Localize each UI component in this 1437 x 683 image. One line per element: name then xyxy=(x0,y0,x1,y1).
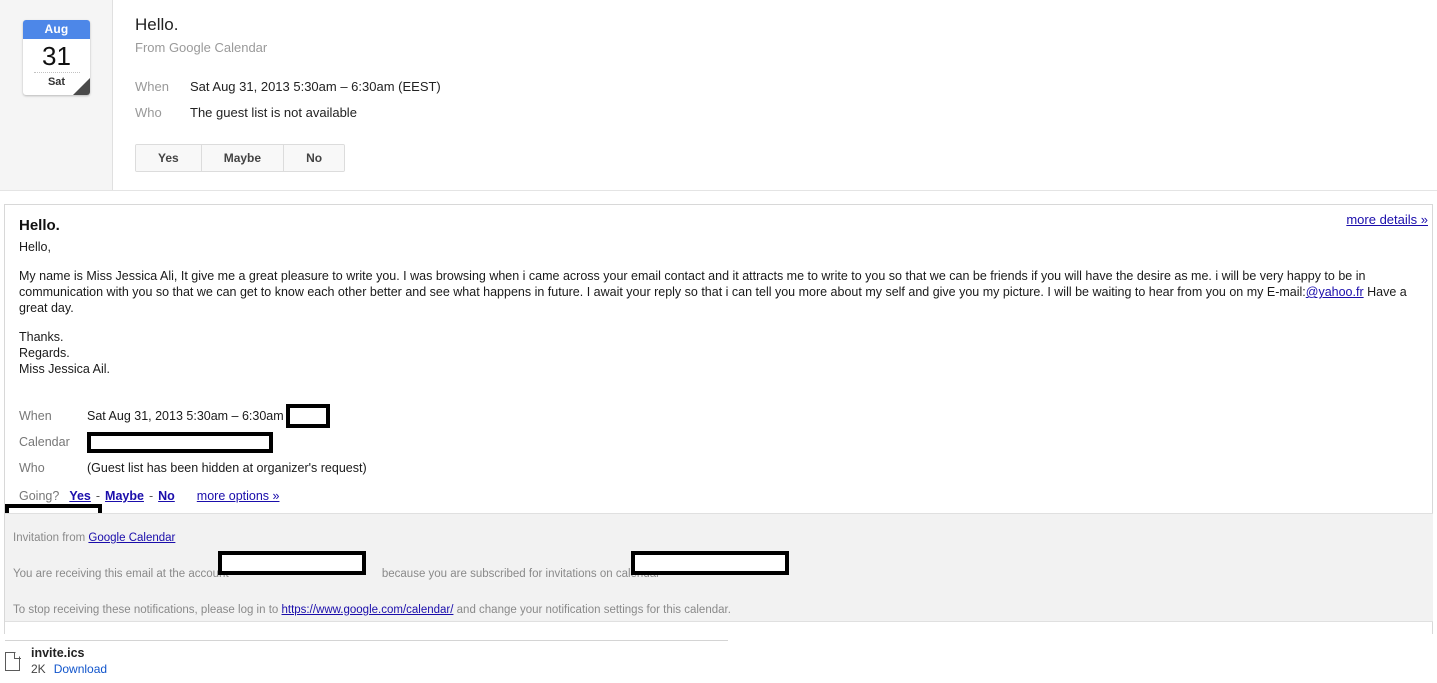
invitation-source: From Google Calendar xyxy=(135,40,268,55)
who-label: Who xyxy=(135,105,162,120)
who-value: The guest list is not available xyxy=(190,105,357,120)
rsvp-button-group: Yes Maybe No xyxy=(135,144,346,172)
rsvp-yes-button[interactable]: Yes xyxy=(136,145,202,171)
redaction-box-timezone xyxy=(285,404,330,428)
message-text: Hello, My name is Miss Jessica Ali, It g… xyxy=(19,239,1422,377)
rsvp-no-button[interactable]: No xyxy=(284,145,345,171)
going-yes-link[interactable]: Yes xyxy=(69,489,91,503)
footer-invitation-from-text: Invitation from xyxy=(13,532,89,544)
footer-stop-suffix: and change your notification settings fo… xyxy=(453,604,731,616)
attachment-details: 2K Download xyxy=(31,661,107,677)
event-who-value: (Guest list has been hidden at organizer… xyxy=(87,461,367,475)
calendar-date-icon: Aug 31 Sat xyxy=(23,20,90,95)
event-when-value: Sat Aug 31, 2013 5:30am – 6:30am xyxy=(87,409,284,423)
google-calendar-link[interactable]: Google Calendar xyxy=(88,532,175,544)
footer-account-prefix: You are receiving this email at the acco… xyxy=(13,568,229,580)
signoff-name: Miss Jessica Ail. xyxy=(19,362,110,376)
going-maybe-link[interactable]: Maybe xyxy=(105,489,144,503)
invitation-card: Aug 31 Sat Hello. From Google Calendar W… xyxy=(0,0,1437,191)
event-row-going: Going? Yes - Maybe - No more options » xyxy=(19,483,1422,509)
message-paragraph-text: My name is Miss Jessica Ali, It give me … xyxy=(19,269,1366,299)
more-options-link[interactable]: more options » xyxy=(197,489,280,503)
invitation-title: Hello. xyxy=(135,15,179,34)
when-label: When xyxy=(135,79,169,94)
footer-row-unsubscribe: To stop receiving these notifications, p… xyxy=(13,598,1433,622)
more-details-link[interactable]: more details » xyxy=(1346,212,1428,227)
redaction-box-calendar-name xyxy=(87,431,273,453)
footer-account-suffix: because you are subscribed for invitatio… xyxy=(381,568,660,580)
event-row-who: Who (Guest list has been hidden at organ… xyxy=(19,455,1422,481)
event-row-when: When Sat Aug 31, 2013 5:30am – 6:30am xyxy=(19,403,1422,429)
google-calendar-url-link[interactable]: https://www.google.com/calendar/ xyxy=(282,604,454,616)
signoff-regards: Regards. xyxy=(19,346,70,360)
sender-email-link[interactable]: @yahoo.fr xyxy=(1306,285,1364,299)
redaction-box-account-email xyxy=(218,551,366,575)
calendar-fold-corner-icon xyxy=(73,78,90,95)
attachment-filename: invite.ics xyxy=(31,646,85,660)
invitation-summary: Hello. From Google Calendar When Sat Aug… xyxy=(113,0,1437,190)
invitation-fields: When Sat Aug 31, 2013 5:30am – 6:30am (E… xyxy=(135,74,1437,126)
calendar-month-label: Aug xyxy=(23,20,90,39)
date-panel: Aug 31 Sat xyxy=(0,0,113,190)
attachment-item[interactable]: invite.ics 2K Download xyxy=(5,645,107,677)
calendar-day-number: 31 xyxy=(42,41,71,71)
attachment-divider xyxy=(5,640,728,641)
attachment-meta: invite.ics 2K Download xyxy=(31,645,107,677)
going-separator-1: - xyxy=(95,489,101,503)
event-calendar-label: Calendar xyxy=(19,435,70,449)
message-greeting: Hello, xyxy=(19,240,51,254)
rsvp-maybe-button[interactable]: Maybe xyxy=(201,145,285,171)
when-value: Sat Aug 31, 2013 5:30am – 6:30am (EEST) xyxy=(190,79,441,94)
redaction-box-calendar-id xyxy=(631,551,789,575)
message-subject: Hello. xyxy=(19,217,60,234)
message-paragraph: My name is Miss Jessica Ali, It give me … xyxy=(19,268,1422,316)
event-details-block: When Sat Aug 31, 2013 5:30am – 6:30am Ca… xyxy=(19,403,1422,509)
invitation-field-when: When Sat Aug 31, 2013 5:30am – 6:30am (E… xyxy=(135,74,1437,100)
footer-row-account: You are receiving this email at the acco… xyxy=(13,551,1433,586)
attachment-download-link[interactable]: Download xyxy=(54,662,107,676)
invitation-field-who: Who The guest list is not available xyxy=(135,100,1437,126)
event-when-label: When xyxy=(19,409,52,423)
footer-stop-prefix: To stop receiving these notifications, p… xyxy=(13,604,282,616)
signoff-thanks: Thanks. xyxy=(19,330,64,344)
going-label: Going? xyxy=(19,489,60,503)
invitation-footer: Invitation from Google Calendar You are … xyxy=(5,513,1433,622)
event-who-label: Who xyxy=(19,461,45,475)
event-row-calendar: Calendar xyxy=(19,429,1422,455)
going-separator-2: - xyxy=(148,489,154,503)
attachment-size: 2K xyxy=(31,662,46,676)
file-document-icon xyxy=(5,652,21,672)
footer-row-invitation-from: Invitation from Google Calendar xyxy=(13,526,1433,550)
going-no-link[interactable]: No xyxy=(158,489,175,503)
